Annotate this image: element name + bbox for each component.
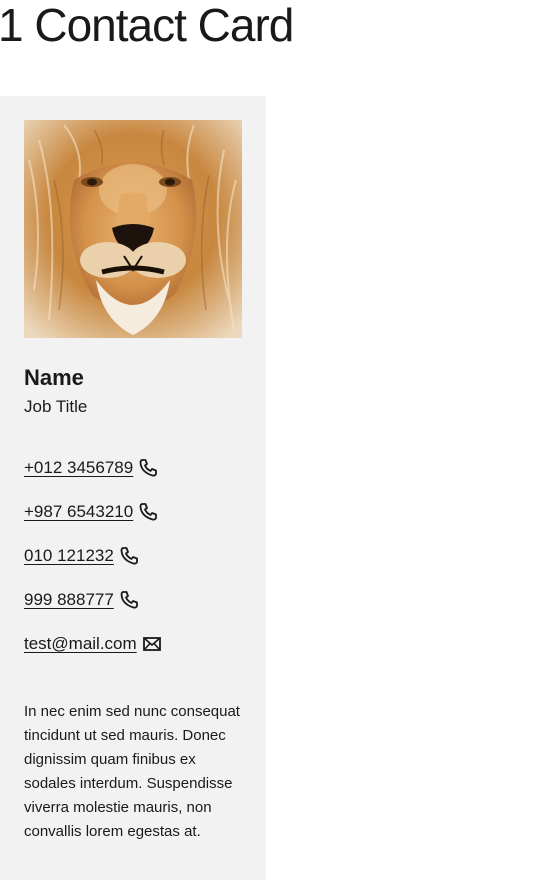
phone-icon xyxy=(138,456,158,480)
bio-text: In nec enim sed nunc consequat tincidunt… xyxy=(24,703,240,840)
list-item: 999 888777 xyxy=(24,588,242,632)
phone-link[interactable]: 999 888777 xyxy=(24,588,114,612)
list-item: +987 6543210 xyxy=(24,500,242,544)
job-title: Job Title xyxy=(24,397,88,416)
list-item: 010 121232 xyxy=(24,544,242,588)
email-link[interactable]: test@mail.com xyxy=(24,632,137,656)
profile-photo-lion xyxy=(24,120,242,338)
contact-name: Name xyxy=(24,365,84,390)
phone-icon xyxy=(119,588,139,612)
phone-link[interactable]: +987 6543210 xyxy=(24,500,133,524)
phone-link[interactable]: 010 121232 xyxy=(24,544,114,568)
phone-link[interactable]: +012 3456789 xyxy=(24,456,133,480)
list-item: test@mail.com xyxy=(24,632,242,676)
phone-icon xyxy=(119,544,139,568)
contact-list: +012 3456789 +987 6543210 010 121232 999… xyxy=(24,456,242,676)
phone-icon xyxy=(138,500,158,524)
page-title: 1 Contact Card xyxy=(0,0,294,51)
list-item: +012 3456789 xyxy=(24,456,242,500)
envelope-icon xyxy=(142,632,162,656)
contact-card: Name Job Title +012 3456789 +987 6543210… xyxy=(0,96,266,880)
